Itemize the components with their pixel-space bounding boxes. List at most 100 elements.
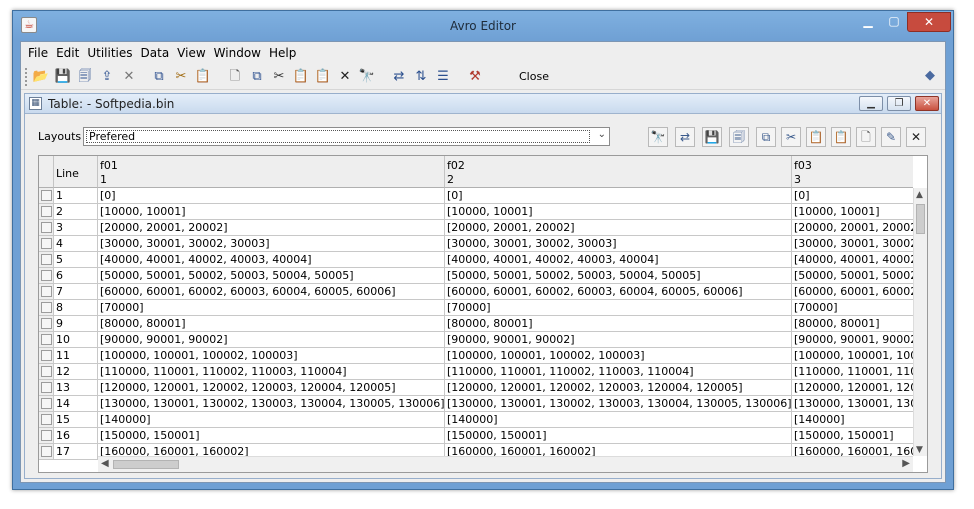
f01-cell[interactable]: [70000] [98,300,445,316]
table-row[interactable]: 8 [70000] [70000] [70000] [39,300,913,316]
f03-cell[interactable]: [40000, 40001, 40002, 4 [792,252,913,268]
paste-icon[interactable]: ✂ [171,68,191,86]
row-selector[interactable] [39,236,54,252]
frame-restore-button[interactable]: ❐ [887,96,911,111]
line-cell[interactable]: 13 [54,380,98,396]
row-selector[interactable] [39,316,54,332]
table-row[interactable]: 1 [0] [0] [0] [39,188,913,204]
f03-cell[interactable]: [30000, 30001, 30002, 3 [792,236,913,252]
vertical-scroll-thumb[interactable] [916,204,925,234]
horizontal-scroll-thumb[interactable] [113,460,179,469]
row-selector[interactable] [39,444,54,460]
paste-special-icon[interactable]: 📋 [831,127,851,147]
table-row[interactable]: 3 [20000, 20001, 20002] [20000, 20001, 200… [39,220,913,236]
copy-row-icon[interactable]: ⧉ [247,68,267,86]
scroll-down-icon[interactable]: ▼ [916,445,923,455]
row-checkbox[interactable] [41,190,52,201]
line-cell[interactable]: 1 [54,188,98,204]
row-checkbox[interactable] [41,398,52,409]
scroll-right-icon[interactable]: ▶ [902,458,910,469]
move-icon[interactable]: ⇄ [389,68,409,86]
f02-cell[interactable]: [120000, 120001, 120002, 120003, 120004,… [445,380,792,396]
layouts-select[interactable]: Prefered ⌄ [83,127,610,146]
table-row[interactable]: 6 [50000, 50001, 50002, 50003, 50004, 500… [39,268,913,284]
table-row[interactable]: 5 [40000, 40001, 40002, 40003, 40004] [400… [39,252,913,268]
column-header-f01[interactable]: f01 1 [98,156,445,188]
row-selector[interactable] [39,204,54,220]
column-header-f03[interactable]: f03 3 [792,156,913,188]
line-cell[interactable]: 16 [54,428,98,444]
new-icon[interactable]: 🗋 [856,127,876,147]
row-selector[interactable] [39,396,54,412]
f02-cell[interactable]: [140000] [445,412,792,428]
f01-cell[interactable]: [140000] [98,412,445,428]
f03-cell[interactable]: [80000, 80001] [792,316,913,332]
table-row[interactable]: 12 [110000, 110001, 110002, 110003, 11000… [39,364,913,380]
table-row[interactable]: 11 [100000, 100001, 100002, 100003] [10000… [39,348,913,364]
table-row[interactable]: 2 [10000, 10001] [10000, 10001] [10000, 100… [39,204,913,220]
row-selector[interactable] [39,364,54,380]
line-cell[interactable]: 2 [54,204,98,220]
column-header-line[interactable]: Line [54,156,98,188]
menu-file[interactable]: File [24,46,52,60]
column-header-f02[interactable]: f02 2 [445,156,792,188]
row-checkbox[interactable] [41,414,52,425]
f02-cell[interactable]: [90000, 90001, 90002] [445,332,792,348]
find-icon[interactable]: 🔭 [648,127,668,147]
f02-cell[interactable]: [20000, 20001, 20002] [445,220,792,236]
row-selector[interactable] [39,284,54,300]
f03-cell[interactable]: [70000] [792,300,913,316]
row-checkbox[interactable] [41,334,52,345]
vertical-scrollbar[interactable]: ▲ ▼ [913,188,927,456]
sort-icon[interactable]: ⇅ [411,68,431,86]
f02-cell[interactable]: [130000, 130001, 130002, 130003, 130004,… [445,396,792,412]
row-selector[interactable] [39,300,54,316]
f03-cell[interactable]: [120000, 120001, 12000 [792,380,913,396]
f02-cell[interactable]: [100000, 100001, 100002, 100003] [445,348,792,364]
save-as-icon[interactable]: 🗐 [75,68,95,86]
f01-cell[interactable]: [30000, 30001, 30002, 30003] [98,236,445,252]
f01-cell[interactable]: [40000, 40001, 40002, 40003, 40004] [98,252,445,268]
menu-window[interactable]: Window [210,46,265,60]
row-selector[interactable] [39,268,54,284]
f02-cell[interactable]: [10000, 10001] [445,204,792,220]
toolbar-grip[interactable] [25,68,28,86]
menu-view[interactable]: View [173,46,209,60]
paste-icon[interactable]: 📋 [806,127,826,147]
table-icon[interactable]: ☰ [433,68,453,86]
f03-cell[interactable]: [110000, 110001, 11000 [792,364,913,380]
remove-icon[interactable]: ✕ [906,127,926,147]
toolbar-close-button[interactable]: Close [519,70,549,83]
row-selector[interactable] [39,332,54,348]
menu-utilities[interactable]: Utilities [83,46,136,60]
f01-cell[interactable]: [120000, 120001, 120002, 120003, 120004,… [98,380,445,396]
new-icon[interactable]: 🗋 [225,68,245,86]
row-checkbox[interactable] [41,382,52,393]
open-icon[interactable]: 📂 [31,68,51,86]
f01-cell[interactable]: [90000, 90001, 90002] [98,332,445,348]
row-selector[interactable] [39,348,54,364]
row-selector[interactable] [39,252,54,268]
line-cell[interactable]: 3 [54,220,98,236]
minimize-button[interactable]: ▁ [855,12,881,32]
table-row[interactable]: 15 [140000] [140000] [140000] [39,412,913,428]
f02-cell[interactable]: [60000, 60001, 60002, 60003, 60004, 6000… [445,284,792,300]
frame-minimize-button[interactable]: ▁ [859,96,883,111]
f03-cell[interactable]: [10000, 10001] [792,204,913,220]
tools-icon[interactable]: ⚒ [465,68,485,86]
remove-icon[interactable]: ✕ [335,68,355,86]
row-checkbox[interactable] [41,206,52,217]
line-cell[interactable]: 14 [54,396,98,412]
f01-cell[interactable]: [100000, 100001, 100002, 100003] [98,348,445,364]
f02-cell[interactable]: [0] [445,188,792,204]
cut-icon[interactable]: ✂ [781,127,801,147]
save-icon[interactable]: 💾 [53,68,73,86]
f01-cell[interactable]: [80000, 80001] [98,316,445,332]
export-icon[interactable]: ⇪ [97,68,117,86]
f03-cell[interactable]: [90000, 90001, 90002] [792,332,913,348]
f03-cell[interactable]: [140000] [792,412,913,428]
row-checkbox[interactable] [41,302,52,313]
f02-cell[interactable]: [70000] [445,300,792,316]
find-icon[interactable]: 🔭 [357,68,377,86]
row-checkbox[interactable] [41,238,52,249]
